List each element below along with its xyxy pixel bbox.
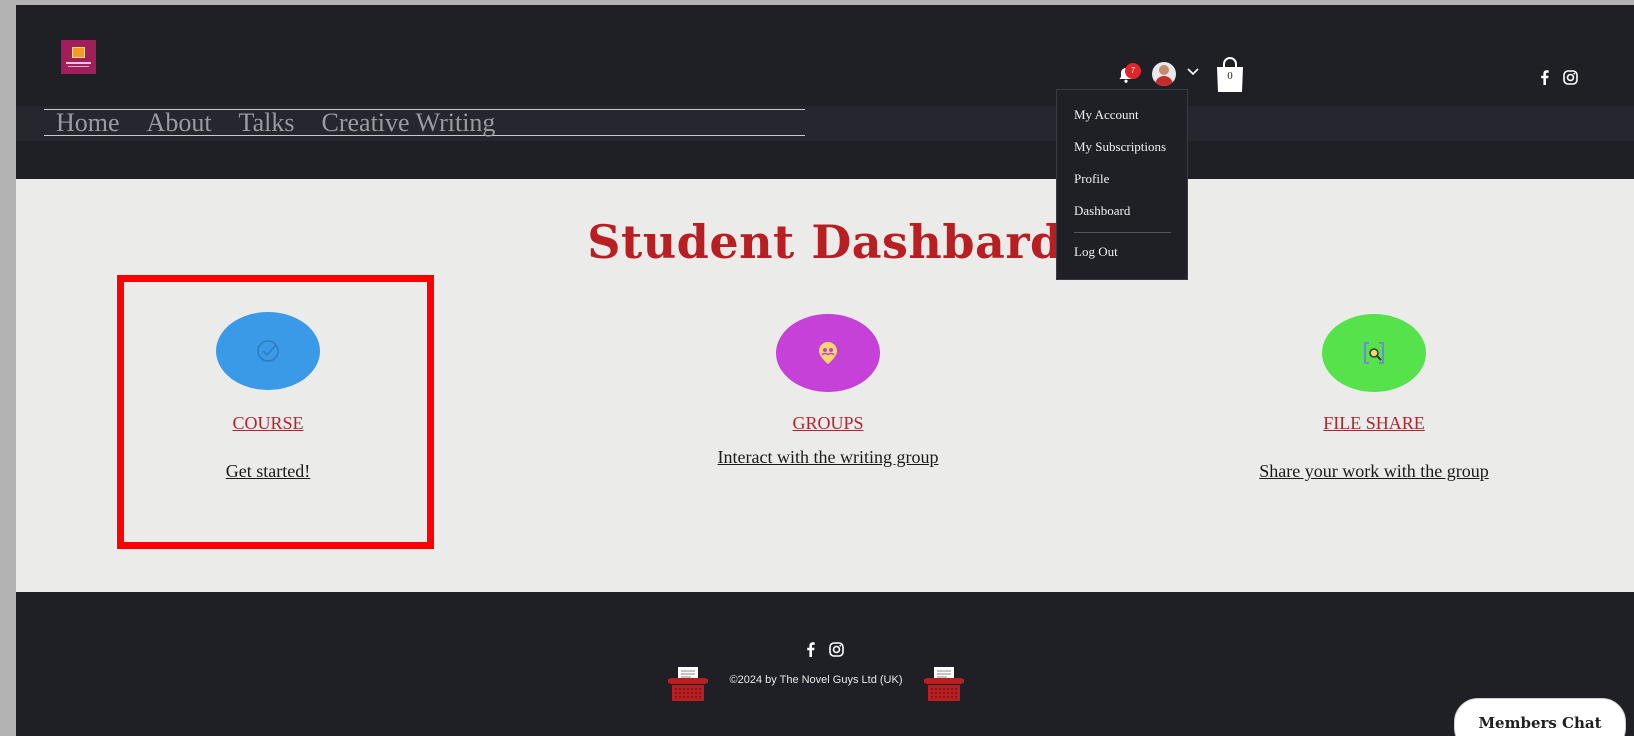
logo-text-line — [68, 66, 89, 67]
nav-item-home[interactable]: Home — [56, 109, 120, 136]
instagram-icon[interactable] — [1562, 69, 1578, 85]
menu-item-my-subscriptions[interactable]: My Subscriptions — [1057, 136, 1187, 168]
course-title-link[interactable]: COURSE — [118, 413, 418, 434]
instagram-icon[interactable] — [828, 641, 844, 657]
file-share-icon-button[interactable] — [1322, 314, 1426, 392]
file-share-link[interactable]: Share your work with the group — [1174, 461, 1574, 482]
site-logo[interactable] — [61, 40, 96, 74]
social-links — [1536, 69, 1578, 85]
cart-button[interactable]: 0 — [1215, 57, 1245, 93]
user-avatar[interactable] — [1152, 62, 1176, 86]
facebook-icon[interactable] — [1536, 69, 1552, 85]
members-chat-button[interactable]: Members Chat — [1454, 698, 1626, 736]
menu-item-my-account[interactable]: My Account — [1057, 104, 1187, 136]
course-icon-button[interactable] — [216, 312, 320, 390]
typewriter-icon — [668, 667, 708, 701]
notifications-button[interactable]: 7 — [1117, 63, 1147, 87]
chevron-down-icon[interactable] — [1186, 67, 1200, 77]
file-search-icon — [1364, 342, 1384, 364]
menu-item-log-out[interactable]: Log Out — [1057, 241, 1187, 273]
logo-text-line — [66, 62, 91, 64]
page-title: Student Dashbard — [587, 215, 1063, 269]
groups-interact-link[interactable]: Interact with the writing group — [628, 447, 1028, 468]
menu-item-dashboard[interactable]: Dashboard — [1057, 200, 1187, 232]
dashboard-section: Student Dashbard COURSE Get started! GRO… — [16, 179, 1634, 592]
groups-icon-button[interactable] — [776, 314, 880, 392]
footer-social-links — [802, 641, 844, 657]
group-pin-icon — [819, 342, 837, 364]
facebook-icon[interactable] — [802, 641, 818, 657]
main-nav: Home About Talks Creative Writing — [44, 109, 805, 136]
menu-item-profile[interactable]: Profile — [1057, 168, 1187, 200]
nav-item-talks[interactable]: Talks — [239, 109, 295, 136]
file-share-title-link[interactable]: FILE SHARE — [1224, 413, 1524, 434]
avatar-head — [1159, 65, 1169, 75]
avatar-body — [1155, 76, 1173, 86]
nav-item-about[interactable]: About — [147, 109, 212, 136]
nav-item-creative-writing[interactable]: Creative Writing — [322, 109, 496, 136]
typewriter-icon — [924, 667, 964, 701]
course-get-started-link[interactable]: Get started! — [68, 461, 468, 482]
cart-count: 0 — [1227, 70, 1233, 82]
check-circle-icon — [257, 340, 279, 362]
menu-divider — [1074, 232, 1171, 233]
groups-title-link[interactable]: GROUPS — [678, 413, 978, 434]
notification-badge: 7 — [1125, 63, 1141, 79]
page: Home About Talks Creative Writing 7 0 St… — [16, 5, 1634, 736]
account-dropdown-menu: My Account My Subscriptions Profile Dash… — [1056, 89, 1188, 280]
logo-typewriter-icon — [72, 47, 85, 58]
copyright-text: ©2024 by The Novel Guys Ltd (UK) — [729, 674, 903, 686]
